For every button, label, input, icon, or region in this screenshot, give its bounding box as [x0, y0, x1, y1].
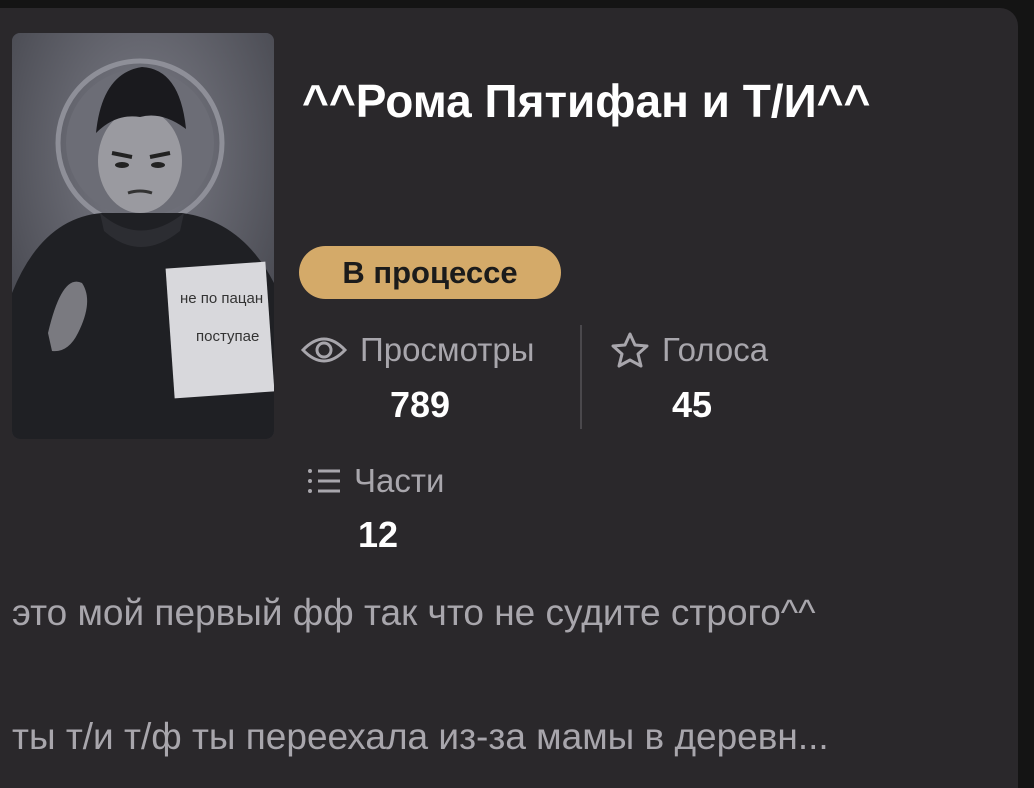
parts-stat: Части — [306, 461, 444, 501]
description-line-2: ты т/и т/ф ты переехала из-за мамы в дер… — [12, 716, 829, 757]
votes-label: Голоса — [662, 331, 769, 368]
votes-value: 45 — [672, 384, 713, 425]
stats-divider — [580, 325, 582, 429]
description-line-1: это мой первый фф так что не судите стро… — [12, 592, 816, 633]
votes-stat: Голоса — [610, 330, 768, 370]
parts-label: Части — [354, 462, 445, 499]
book-title: ^^Рома Пятифан и Т/И^^ — [302, 75, 871, 127]
star-icon — [610, 331, 650, 369]
parts-value: 12 — [358, 514, 399, 555]
list-icon — [306, 466, 342, 496]
views-label: Просмотры — [360, 331, 535, 368]
views-value: 789 — [390, 384, 451, 425]
eye-icon — [300, 334, 348, 366]
status-badge: В процессе — [299, 246, 561, 299]
views-stat: Просмотры — [300, 330, 534, 370]
book-cover-image[interactable]: не по пацан поступае — [12, 33, 274, 439]
cover-sign-line2: поступае — [196, 328, 259, 345]
cover-sign-line1: не по пацан — [180, 290, 263, 307]
